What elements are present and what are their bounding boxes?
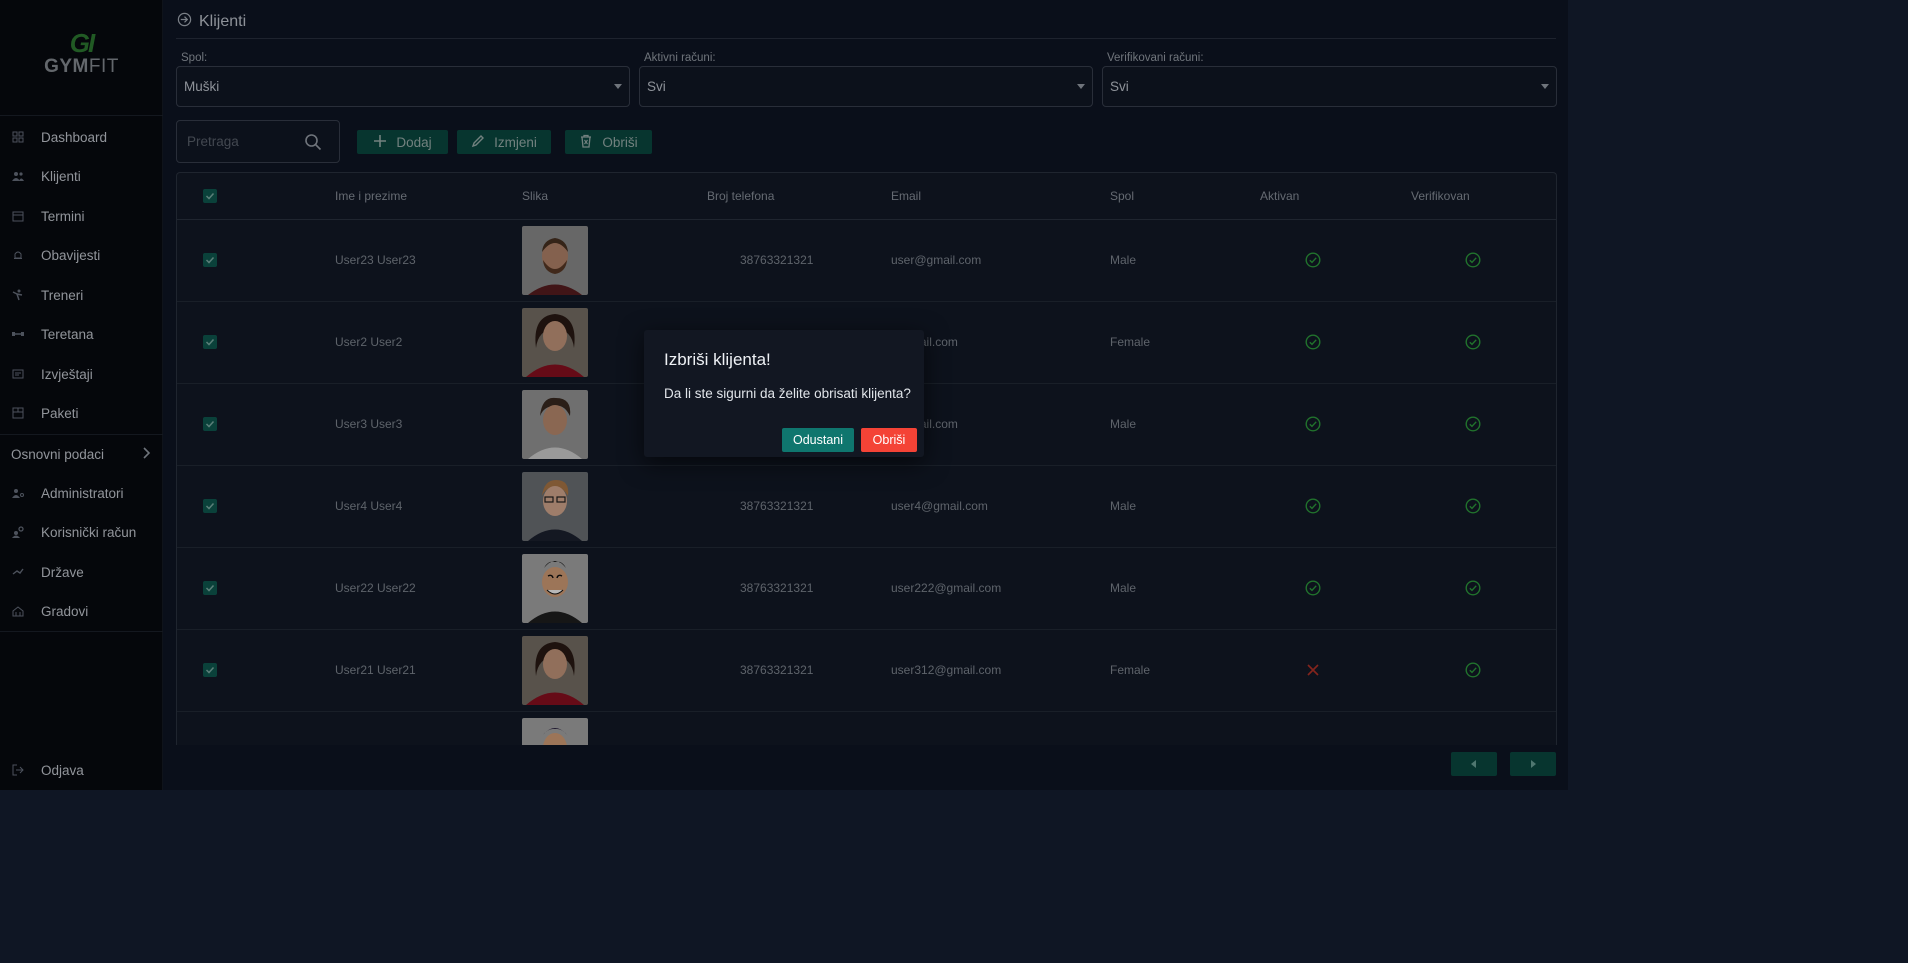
confirm-delete-button[interactable]: Obriši: [861, 428, 917, 452]
cancel-button[interactable]: Odustani: [782, 428, 854, 452]
delete-confirm-dialog: Izbriši klijenta! Da li ste sigurni da ž…: [644, 330, 924, 457]
dialog-message: Da li ste sigurni da želite obrisati kli…: [664, 386, 911, 401]
dialog-title: Izbriši klijenta!: [664, 350, 771, 369]
